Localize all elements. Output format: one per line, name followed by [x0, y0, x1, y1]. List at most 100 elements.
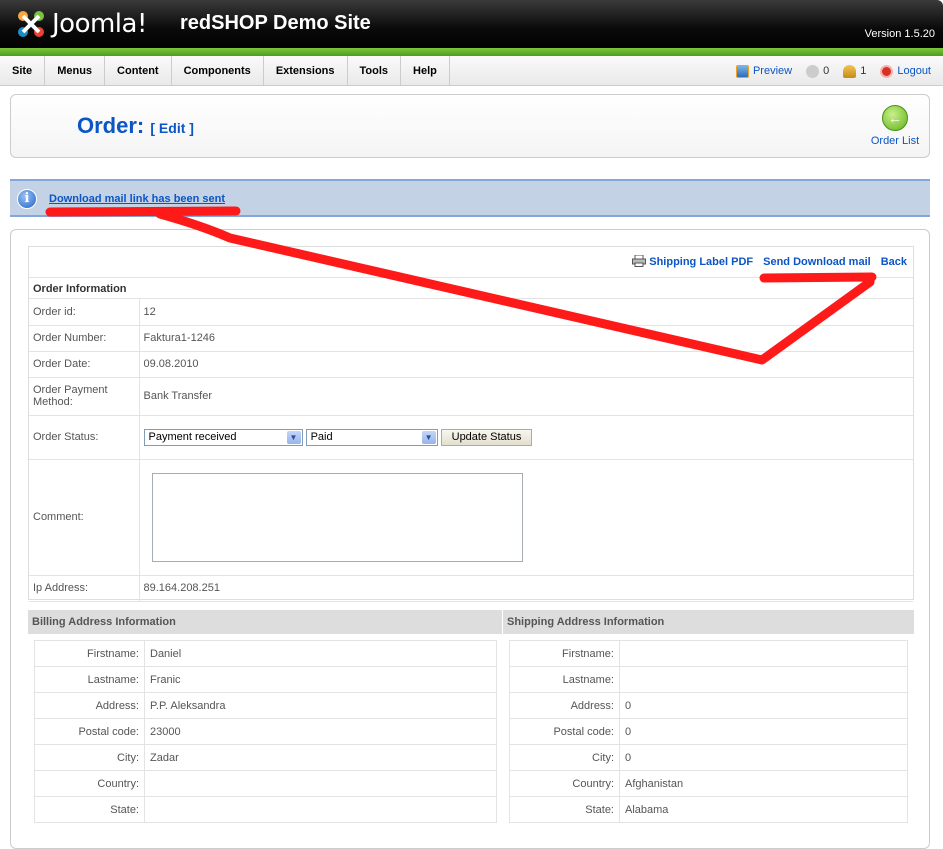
payment-status-select[interactable]: Paid ▼ [305, 428, 438, 446]
message-text[interactable]: Download mail link has been sent [49, 193, 225, 205]
comment-textarea[interactable] [151, 472, 523, 562]
site-title: redSHOP Demo Site [180, 12, 371, 34]
menu-content[interactable]: Content [105, 56, 172, 86]
order-status-value: Payment received [148, 430, 237, 443]
menu-extensions[interactable]: Extensions [264, 56, 348, 86]
table-row: Lastname: [509, 666, 908, 693]
update-status-button[interactable]: Update Status [440, 428, 533, 446]
table-row: City: 0 [509, 744, 908, 771]
order-status-controls: Payment received ▼ Paid ▼ Update Status [139, 415, 913, 460]
header-accent-bar [0, 48, 943, 56]
system-message: i Download mail link has been sent [10, 179, 930, 217]
order-id-label: Order id: [29, 299, 140, 326]
menu-components[interactable]: Components [172, 56, 264, 86]
order-date-label: Order Date: [29, 351, 140, 378]
users-count: 1 [860, 65, 867, 77]
menu-site[interactable]: Site [0, 56, 46, 86]
order-status-select[interactable]: Payment received ▼ [143, 428, 303, 446]
payment-method-value: Bank Transfer [139, 377, 913, 416]
table-row: Postal code: 0 [509, 718, 908, 745]
order-info-panel: Shipping Label PDF Send Download mail Ba… [28, 246, 914, 602]
order-list-button[interactable]: ← Order List [869, 105, 921, 147]
table-row: State: Alabama [509, 796, 908, 823]
billing-country-label: Country: [34, 770, 145, 797]
table-row: Order id: 12 [29, 299, 913, 326]
table-row: State: [34, 796, 497, 823]
menu-help[interactable]: Help [401, 56, 450, 86]
shipping-label-text: Shipping Label PDF [649, 256, 754, 268]
shipping-lastname-label: Lastname: [509, 666, 620, 693]
billing-address-heading: Billing Address Information [28, 610, 502, 634]
order-id-value: 12 [139, 299, 913, 326]
shipping-address-value: 0 [619, 692, 908, 719]
billing-state-label: State: [34, 796, 145, 823]
order-number-value: Faktura1-1246 [139, 325, 913, 352]
logo-text: Joomla! [52, 9, 147, 39]
billing-lastname-label: Lastname: [34, 666, 145, 693]
table-row: Order Status: Payment received ▼ Paid ▼ … [29, 415, 913, 460]
admin-menubar: Site Menus Content Components Extensions… [0, 56, 943, 86]
send-download-mail-link[interactable]: Send Download mail [763, 256, 871, 268]
billing-postal-label: Postal code: [34, 718, 145, 745]
billing-postal-value: 23000 [144, 718, 497, 745]
page-subtitle: [ Edit ] [150, 120, 194, 136]
joomla-logo-icon [18, 11, 44, 37]
table-row: Ip Address: 89.164.208.251 [29, 575, 913, 602]
billing-firstname-value: Daniel [144, 640, 497, 667]
menu-tools[interactable]: Tools [348, 56, 402, 86]
shipping-firstname-label: Firstname: [509, 640, 620, 667]
shipping-address-label: Address: [509, 692, 620, 719]
page-toolbar: Order: [ Edit ] ← Order List [10, 94, 930, 158]
billing-state-value [144, 796, 497, 823]
shipping-city-label: City: [509, 744, 620, 771]
order-list-label: Order List [870, 135, 920, 147]
comment-cell [139, 459, 913, 576]
shipping-postal-label: Postal code: [509, 718, 620, 745]
billing-firstname-label: Firstname: [34, 640, 145, 667]
shipping-lastname-value [619, 666, 908, 693]
shipping-label-pdf-link[interactable]: Shipping Label PDF [632, 255, 753, 268]
page-title-text: Order: [77, 113, 145, 138]
info-icon: i [17, 189, 37, 209]
shipping-country-value: Afghanistan [619, 770, 908, 797]
users-counter[interactable]: 1 [843, 64, 867, 78]
logout-link[interactable]: Logout [880, 64, 931, 78]
shipping-postal-value: 0 [619, 718, 908, 745]
order-info-heading: Order Information [29, 277, 913, 299]
billing-address-table: Firstname: Daniel Lastname: Franic Address… [34, 640, 497, 823]
page-title: Order: [ Edit ] [77, 113, 194, 139]
chevron-down-icon: ▼ [421, 430, 436, 444]
menu-menus[interactable]: Menus [45, 56, 106, 86]
billing-address-value: P.P. Aleksandra [144, 692, 497, 719]
shipping-firstname-value [619, 640, 908, 667]
table-row: Comment: [29, 459, 913, 576]
table-row: Address: P.P. Aleksandra [34, 692, 497, 719]
preview-label: Preview [752, 65, 793, 77]
comment-label: Comment: [29, 459, 140, 576]
users-icon [843, 64, 857, 78]
chevron-down-icon: ▼ [286, 430, 301, 444]
table-row: Order Date: 09.08.2010 [29, 351, 913, 378]
ip-address-value: 89.164.208.251 [139, 575, 913, 602]
preview-link[interactable]: Preview [735, 64, 793, 78]
order-info-table: Order id: 12 Order Number: Faktura1-1246… [29, 299, 913, 602]
logout-label: Logout [897, 65, 931, 77]
preview-icon [735, 64, 749, 78]
back-link[interactable]: Back [881, 256, 907, 268]
billing-city-value: Zadar [144, 744, 497, 771]
table-row: Country: Afghanistan [509, 770, 908, 797]
order-status-label: Order Status: [29, 415, 140, 460]
logout-icon [880, 64, 894, 78]
order-date-value: 09.08.2010 [139, 351, 913, 378]
payment-status-value: Paid [310, 430, 333, 443]
shipping-country-label: Country: [509, 770, 620, 797]
table-row: Firstname: Daniel [34, 640, 497, 667]
billing-city-label: City: [34, 744, 145, 771]
table-row: Order Number: Faktura1-1246 [29, 325, 913, 352]
billing-lastname-value: Franic [144, 666, 497, 693]
back-arrow-icon: ← [882, 105, 908, 131]
billing-address-label: Address: [34, 692, 145, 719]
messages-counter[interactable]: 0 [806, 64, 829, 78]
joomla-logo: Joomla! [14, 6, 147, 42]
billing-country-value [144, 770, 497, 797]
